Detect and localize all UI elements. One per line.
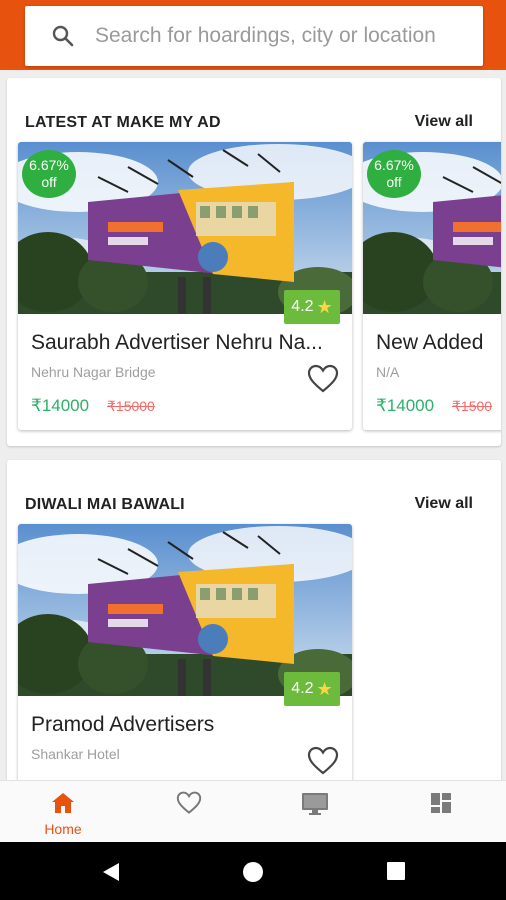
old-price: ₹1500 <box>452 398 493 414</box>
price: ₹14000 <box>376 396 435 415</box>
hoarding-card[interactable]: 6.67% off New Added N/A ₹14000 ₹1500 <box>363 142 501 430</box>
search-icon <box>52 25 74 47</box>
bottom-navigation: Home <box>0 780 506 842</box>
hoarding-location: Nehru Nagar Bridge <box>31 364 156 380</box>
hoarding-name: Pramod Advertisers <box>31 713 215 736</box>
heart-icon[interactable] <box>307 364 339 394</box>
star-icon: ★ <box>316 296 333 317</box>
home-icon <box>52 793 74 813</box>
search-bar[interactable] <box>25 6 483 66</box>
nav-home-label: Home <box>44 821 82 837</box>
top-app-bar <box>0 0 506 70</box>
hoarding-name: New Added <box>376 331 484 354</box>
nav-home[interactable]: Home <box>0 781 126 843</box>
hoarding-card[interactable]: 4.2 ★ Pramod Advertisers Shankar Hotel <box>18 524 352 780</box>
section-latest: LATEST AT MAKE MY AD View all 6.67% off … <box>7 78 501 446</box>
back-icon[interactable] <box>100 861 122 883</box>
old-price: ₹15000 <box>107 398 155 414</box>
hoarding-image <box>18 524 352 696</box>
hoarding-location: Shankar Hotel <box>31 746 120 762</box>
dashboard-icon <box>431 793 451 813</box>
view-all-link[interactable]: View all <box>415 495 473 513</box>
heart-icon[interactable] <box>307 746 339 776</box>
section-title: DIWALI MAI BAWALI <box>25 496 185 513</box>
view-all-link[interactable]: View all <box>415 113 473 131</box>
heart-icon <box>176 791 202 814</box>
recents-icon[interactable] <box>386 861 406 881</box>
hoarding-card[interactable]: 6.67% off 4.2 ★ Saurabh Advertiser Nehru… <box>18 142 352 430</box>
discount-badge: 6.67% off <box>22 150 76 198</box>
hoarding-location: N/A <box>376 364 400 380</box>
content-scroll[interactable]: LATEST AT MAKE MY AD View all 6.67% off … <box>0 70 506 780</box>
monitor-icon <box>302 793 328 815</box>
star-icon: ★ <box>316 678 333 699</box>
system-navigation-bar <box>0 842 506 900</box>
section-title: LATEST AT MAKE MY AD <box>25 114 221 131</box>
rating-badge: 4.2 ★ <box>284 290 340 324</box>
home-button-icon[interactable] <box>242 861 264 883</box>
nav-favorites[interactable] <box>126 781 252 843</box>
search-input[interactable] <box>95 24 475 48</box>
section-diwali: DIWALI MAI BAWALI View all 4.2 ★ Pramod … <box>7 460 501 780</box>
nav-dashboard[interactable] <box>378 781 504 843</box>
hoarding-name: Saurabh Advertiser Nehru Na... <box>31 331 323 354</box>
discount-badge: 6.67% off <box>367 150 421 198</box>
price: ₹14000 <box>31 396 90 415</box>
rating-badge: 4.2 ★ <box>284 672 340 706</box>
nav-hoardings[interactable] <box>252 781 378 843</box>
